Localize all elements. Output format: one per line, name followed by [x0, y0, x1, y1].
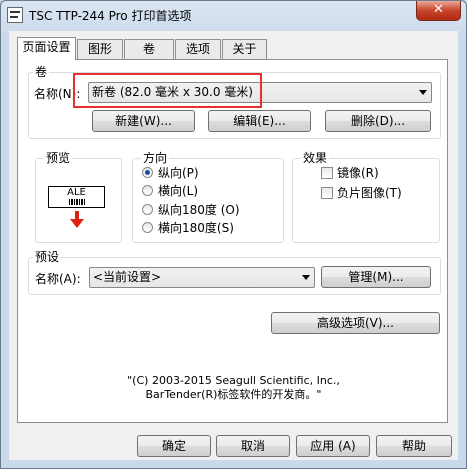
dialog-window: TSC TTP-244 Pro 打印首选项 ✕ 页面设置 图形 卷 选项 关于 …: [0, 0, 467, 469]
presets-name-value: <当前设置>: [93, 270, 162, 284]
tab-about[interactable]: 关于: [222, 39, 267, 59]
barcode-icon: [69, 199, 85, 205]
tab-options[interactable]: 选项: [175, 39, 221, 59]
orientation-portrait-label: 纵向(P): [158, 166, 199, 180]
tab-page-setup[interactable]: 页面设置: [17, 37, 76, 60]
new-stock-button[interactable]: 新建(W)...: [92, 110, 195, 132]
cancel-button[interactable]: 取消: [216, 435, 290, 457]
presets-name-select[interactable]: <当前设置>: [89, 267, 315, 288]
ok-button[interactable]: 确定: [137, 435, 211, 457]
radio-icon: [142, 204, 153, 215]
help-button[interactable]: 帮助: [376, 435, 452, 457]
orientation-landscape-label: 横向(L): [158, 184, 199, 198]
delete-stock-button[interactable]: 删除(D)...: [325, 110, 431, 132]
orientation-portrait180-label: 纵向180度 (O): [158, 203, 240, 217]
tab-stock[interactable]: 卷: [124, 39, 174, 59]
negative-image-label: 负片图像(T): [337, 186, 402, 200]
chevron-down-icon: [302, 275, 310, 280]
orientation-landscape180-label: 横向180度(S): [158, 221, 234, 235]
mirror-label: 镜像(R): [337, 166, 379, 180]
feed-direction-arrow-icon: [70, 211, 84, 228]
close-button[interactable]: ✕: [416, 1, 461, 21]
effects-group-label: 效果: [301, 151, 330, 165]
copyright-line-1: "(C) 2003-2015 Seagull Scientific, Inc.,: [127, 374, 340, 387]
label-preview: ALE: [48, 186, 105, 208]
printer-app-icon: [7, 7, 23, 23]
orientation-group-label: 方向: [141, 151, 170, 165]
label-preview-text: ALE: [67, 187, 86, 198]
stock-group-label: 卷: [33, 65, 50, 79]
advanced-options-button[interactable]: 高级选项(V)...: [271, 312, 440, 334]
preview-group-label: 预览: [44, 151, 73, 165]
window-title: TSC TTP-244 Pro 打印首选项: [29, 9, 192, 23]
checkbox-icon: [321, 167, 333, 179]
presets-group-label: 预设: [33, 250, 62, 264]
checkbox-icon: [321, 187, 333, 199]
tab-graphics[interactable]: 图形: [77, 39, 123, 59]
copyright-line-2: BarTender(R)标签软件的开发商。": [145, 388, 322, 401]
radio-icon: [142, 185, 153, 196]
edit-stock-button[interactable]: 编辑(E)...: [208, 110, 311, 132]
presets-name-label: 名称(A):: [35, 272, 81, 286]
apply-button[interactable]: 应用 (A): [296, 435, 370, 457]
chevron-down-icon: [419, 90, 427, 95]
title-bar[interactable]: TSC TTP-244 Pro 打印首选项 ✕: [1, 1, 466, 29]
radio-icon: [142, 222, 153, 233]
manage-presets-button[interactable]: 管理(M)...: [321, 266, 431, 288]
stock-name-highlight: [73, 73, 262, 108]
radio-selected-icon: [142, 167, 153, 178]
